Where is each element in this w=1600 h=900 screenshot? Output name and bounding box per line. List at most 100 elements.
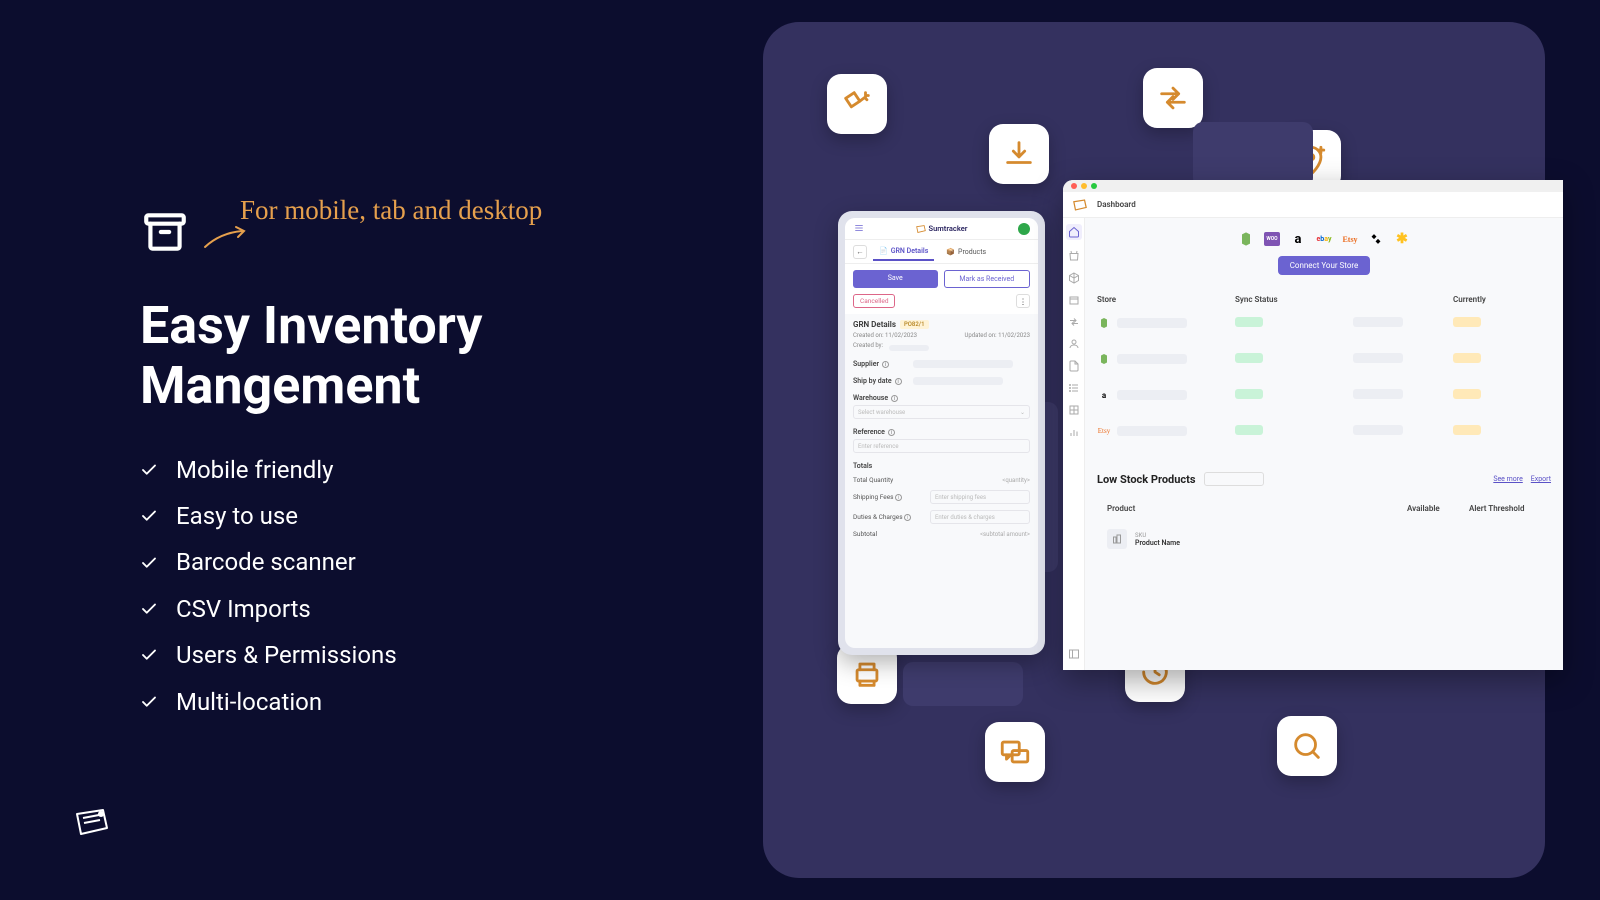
duties-input[interactable]: Enter duties & charges <box>930 510 1030 524</box>
minimize-dot[interactable] <box>1081 183 1087 189</box>
desktop-header: Dashboard <box>1063 192 1563 218</box>
shopify-store-icon <box>1097 316 1111 330</box>
warehouse-label: Warehousei <box>853 394 1030 402</box>
brand-logo-small <box>1073 199 1087 211</box>
save-button[interactable]: Save <box>853 270 938 288</box>
close-dot[interactable] <box>1071 183 1077 189</box>
reference-input[interactable]: Enter reference <box>853 439 1030 453</box>
mark-received-button[interactable]: Mark as Received <box>944 270 1031 288</box>
search-icon <box>1277 716 1337 776</box>
chat-icon <box>985 722 1045 782</box>
meta-row: Created on: 11/02/2023 Updated on: 11/02… <box>853 332 1030 339</box>
store-row: a <box>1097 388 1563 402</box>
po-badge: PO82/1 <box>900 320 929 329</box>
handwritten-note: For mobile, tab and desktop <box>240 195 660 226</box>
heading-line-2: Mangement <box>140 355 420 416</box>
nav-file-icon[interactable] <box>1068 360 1080 372</box>
reference-label: Referencei <box>853 428 1030 436</box>
hamburger-icon[interactable] <box>853 223 865 235</box>
warehouse-select[interactable]: Select warehouse⌄ <box>853 405 1030 419</box>
shipping-input[interactable]: Enter shipping fees <box>930 490 1030 504</box>
th-sync: Sync Status <box>1235 295 1353 304</box>
more-button[interactable]: ⋮ <box>1016 294 1030 308</box>
product-sku: SKU <box>1135 532 1180 539</box>
transfer-icon <box>1143 68 1203 128</box>
feature-item: Multi-location <box>140 683 660 721</box>
nav-reports-icon[interactable] <box>1068 426 1080 438</box>
archive-box-icon <box>140 207 190 257</box>
nav-org-icon[interactable] <box>1068 404 1080 416</box>
woo-icon: WOO <box>1264 232 1280 246</box>
check-icon <box>140 461 158 479</box>
check-icon <box>140 507 158 525</box>
user-avatar[interactable] <box>1018 223 1030 235</box>
th-available: Available <box>1407 504 1469 513</box>
export-link[interactable]: Export <box>1531 475 1551 483</box>
nav-collapse-icon[interactable] <box>1068 648 1080 660</box>
tab-products[interactable]: 📦Products <box>940 244 992 260</box>
nav-list-icon[interactable] <box>1068 382 1080 394</box>
nav-products-icon[interactable] <box>1068 272 1080 284</box>
squarespace-icon <box>1368 232 1384 246</box>
feature-label: Users & Permissions <box>176 636 397 674</box>
nav-orders-icon[interactable] <box>1068 250 1080 262</box>
ebay-icon: ebay <box>1316 232 1332 246</box>
low-stock-section: Low Stock Products See more Export Produ… <box>1085 460 1563 557</box>
nav-home-icon[interactable] <box>1066 224 1082 240</box>
shopify-store-icon <box>1097 352 1111 366</box>
totals-label: Totals <box>853 462 1030 470</box>
low-stock-filter[interactable] <box>1204 472 1264 486</box>
cancelled-badge: Cancelled <box>853 294 895 308</box>
feature-item: Users & Permissions <box>140 636 660 674</box>
stores-table: Store Sync Status Currently a Etsy <box>1085 285 1563 438</box>
connect-store-button[interactable]: Connect Your Store <box>1278 256 1371 275</box>
decor-block <box>903 662 1023 706</box>
mobile-topbar: Sumtracker <box>845 218 1038 240</box>
etsy-icon: Etsy <box>1342 232 1358 246</box>
store-row: Etsy <box>1097 424 1563 438</box>
maximize-dot[interactable] <box>1091 183 1097 189</box>
brand-logo <box>75 808 109 840</box>
download-icon <box>989 124 1049 184</box>
th-store: Store <box>1097 295 1235 304</box>
feature-label: Mobile friendly <box>176 451 334 489</box>
connect-store-hero: WOO a ebay Etsy ✱ Connect Your Store <box>1085 218 1563 285</box>
feature-label: Multi-location <box>176 683 322 721</box>
desktop-sidenav <box>1063 218 1085 670</box>
promo-panel: Sumtracker ← 📄GRN Details 📦Products Save… <box>763 22 1545 878</box>
walmart-icon: ✱ <box>1394 232 1410 246</box>
window-chrome <box>1063 180 1563 192</box>
barcode-scanner-icon <box>827 74 887 134</box>
see-more-link[interactable]: See more <box>1493 475 1522 483</box>
heading-line-1: Easy Inventory <box>140 295 482 356</box>
subtotal-row: Subtotal<subtotal amount> <box>853 530 1030 538</box>
feature-item: Mobile friendly <box>140 451 660 489</box>
nav-suppliers-icon[interactable] <box>1068 338 1080 350</box>
arrow-annotation <box>200 225 250 255</box>
mobile-mockup: Sumtracker ← 📄GRN Details 📦Products Save… <box>838 211 1045 655</box>
tab-grn-details[interactable]: 📄GRN Details <box>873 243 934 261</box>
check-icon <box>140 600 158 618</box>
nav-inventory-icon[interactable] <box>1068 294 1080 306</box>
amazon-store-icon: a <box>1097 388 1111 402</box>
mobile-tabs: ← 📄GRN Details 📦Products <box>845 240 1038 264</box>
amazon-icon: a <box>1290 232 1306 246</box>
shipping-row: Shipping Fees iEnter shipping fees <box>853 490 1030 504</box>
shopify-icon <box>1238 232 1254 246</box>
decor-block <box>1193 122 1313 188</box>
feature-label: Easy to use <box>176 497 298 535</box>
duties-row: Duties & Charges iEnter duties & charges <box>853 510 1030 524</box>
product-row[interactable]: SKU Product Name <box>1097 521 1551 557</box>
back-button[interactable]: ← <box>853 245 867 259</box>
section-title: GRN DetailsPO82/1 <box>853 320 1030 329</box>
page-title: Dashboard <box>1097 200 1136 209</box>
low-stock-title: Low Stock Products <box>1097 473 1196 486</box>
check-icon <box>140 646 158 664</box>
nav-transfer-icon[interactable] <box>1068 316 1080 328</box>
desktop-mockup: Dashboard WOO <box>1063 180 1563 670</box>
mobile-brand: Sumtracker <box>916 224 968 233</box>
etsy-store-icon: Etsy <box>1097 424 1111 438</box>
feature-item: Easy to use <box>140 497 660 535</box>
feature-label: Barcode scanner <box>176 543 356 581</box>
feature-label: CSV Imports <box>176 590 311 628</box>
